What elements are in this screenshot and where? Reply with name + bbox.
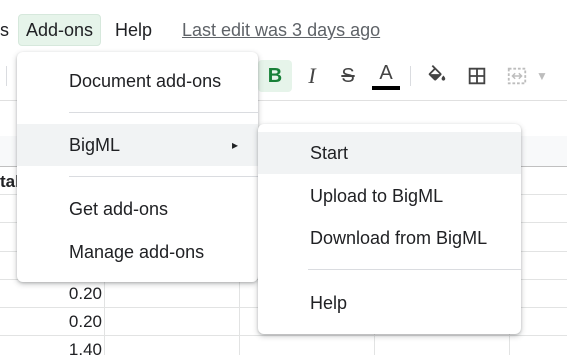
chevron-down-icon[interactable]: ▼ [534, 60, 550, 92]
menu-addons[interactable]: Add-ons [18, 14, 102, 46]
last-edit-link[interactable]: Last edit was 3 days ago [182, 14, 380, 46]
borders-button[interactable] [461, 60, 493, 92]
text-color-icon: A [379, 62, 393, 84]
borders-icon [468, 67, 486, 85]
menu-item-document-addons[interactable]: Document add-ons [17, 60, 258, 102]
menu-item-download-from-bigml[interactable]: Download from BigML [258, 217, 521, 259]
menu-item-start[interactable]: Start [258, 132, 521, 174]
menu-bar: s Add-ons Help Last edit was 3 days ago [0, 10, 567, 50]
menu-divider [69, 112, 258, 113]
merge-cells-icon [507, 67, 527, 85]
bigml-submenu: Start Upload to BigML Download from BigM… [258, 124, 521, 334]
toolbar-divider [6, 66, 7, 86]
fill-color-button[interactable] [421, 60, 453, 92]
menu-divider [69, 176, 258, 177]
cell-value[interactable]: 0.20 [2, 284, 102, 304]
text-color-swatch [372, 86, 400, 90]
bold-button[interactable]: B [258, 60, 292, 92]
strikethrough-button[interactable]: S [332, 60, 364, 92]
text-color-button[interactable]: A [369, 60, 403, 92]
cell-value[interactable]: 1.40 [2, 340, 102, 360]
cell-value[interactable]: 0.20 [2, 312, 102, 332]
menu-tools[interactable]: s [0, 14, 16, 46]
menu-item-upload-to-bigml[interactable]: Upload to BigML [258, 175, 521, 217]
menu-help[interactable]: Help [108, 14, 159, 46]
paint-bucket-icon [428, 65, 446, 81]
toolbar-divider [410, 66, 411, 86]
italic-button[interactable]: I [296, 60, 328, 92]
menu-item-help[interactable]: Help [258, 282, 521, 324]
menu-item-label: BigML [69, 135, 121, 155]
menu-item-manage-addons[interactable]: Manage add-ons [17, 231, 258, 273]
addons-menu: Document add-ons BigML ▸ Get add-ons Man… [17, 52, 258, 282]
menu-item-get-addons[interactable]: Get add-ons [17, 188, 258, 230]
menu-item-bigml[interactable]: BigML ▸ [17, 124, 258, 166]
merge-cells-button[interactable] [501, 60, 533, 92]
submenu-arrow-icon: ▸ [231, 138, 238, 152]
menu-divider [308, 269, 521, 270]
